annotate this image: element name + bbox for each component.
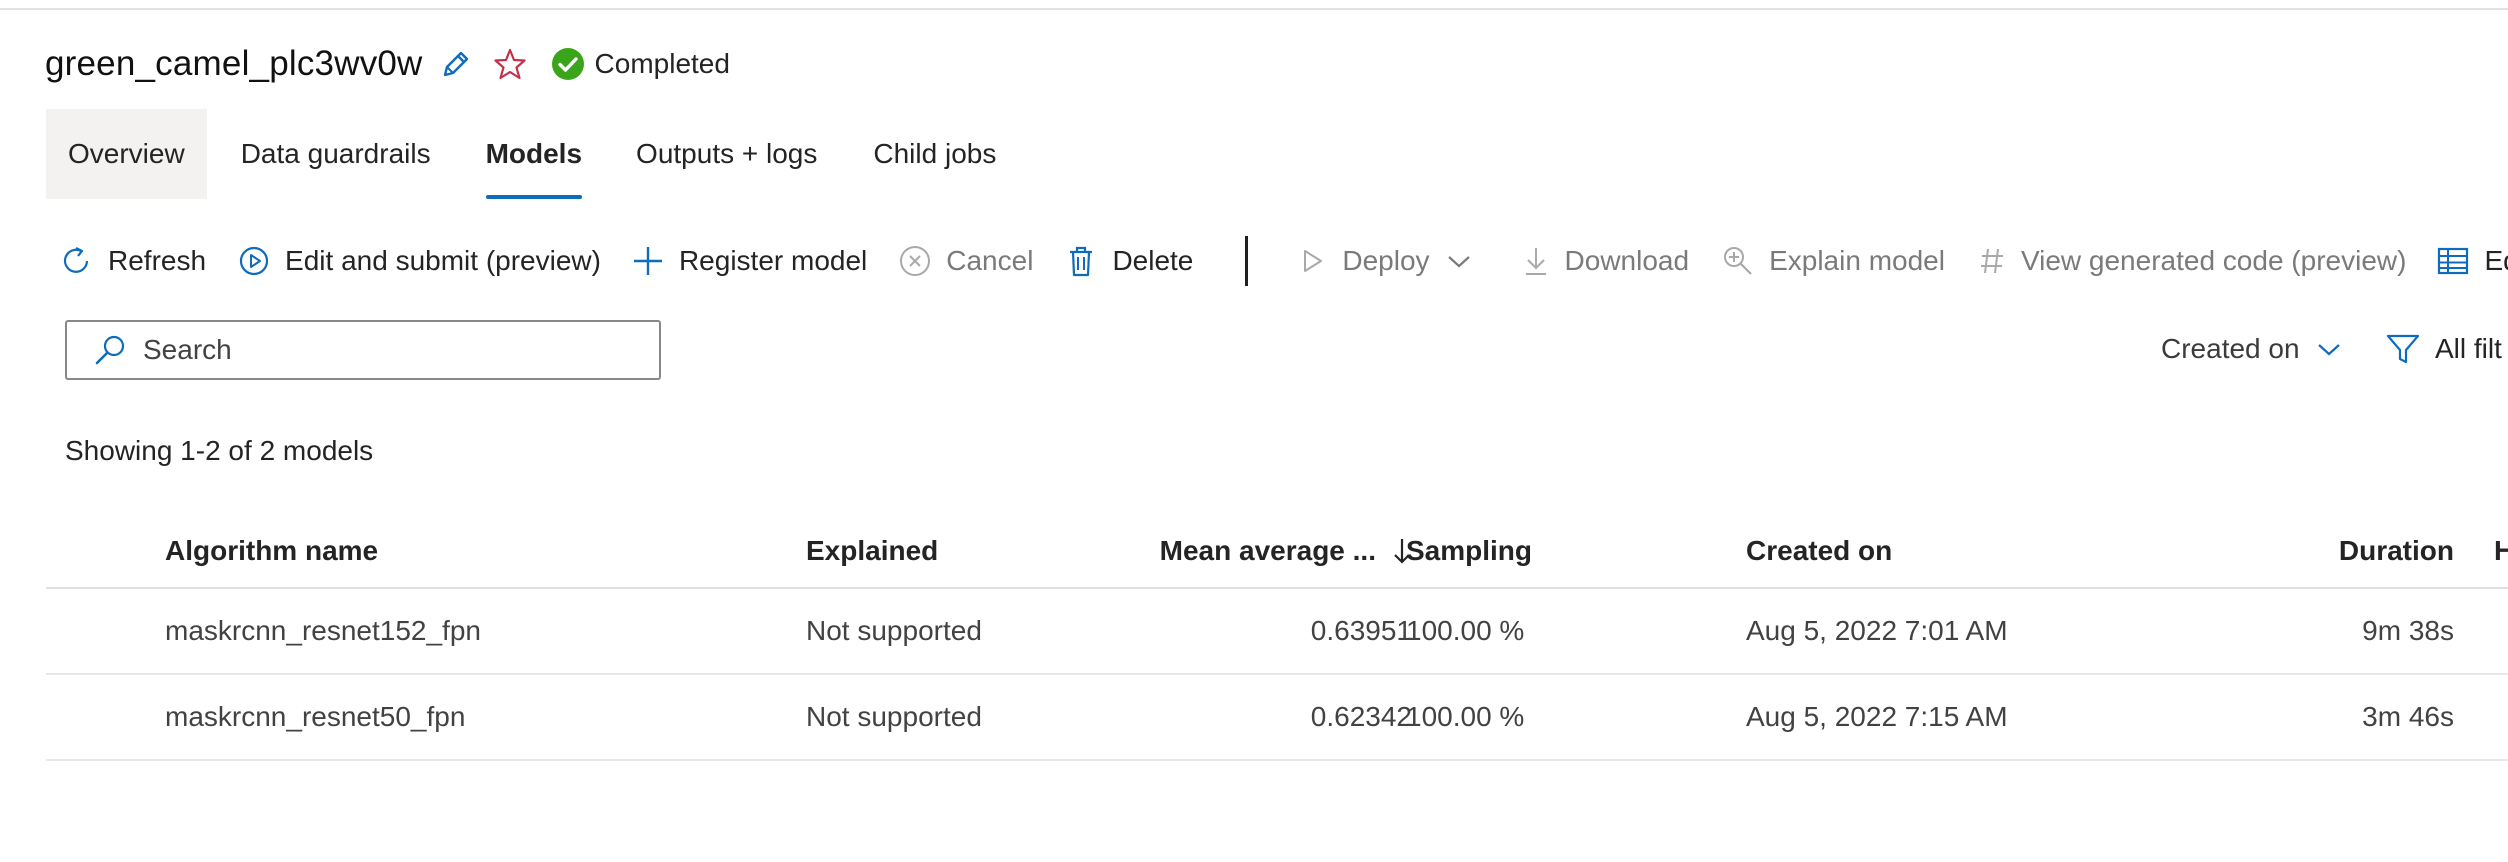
- refresh-label: Refresh: [108, 245, 207, 276]
- chevron-down-icon: [2316, 339, 2342, 359]
- refresh-button[interactable]: Refresh: [60, 244, 206, 278]
- toolbar-divider: [1245, 236, 1249, 286]
- created-on-cell: Aug 5, 2022 7:15 AM: [1746, 701, 2008, 732]
- all-filters-button[interactable]: All filt: [2385, 331, 2502, 367]
- tab-models[interactable]: Models: [485, 109, 583, 199]
- search-icon: [93, 333, 127, 367]
- duration-cell: 9m 38s: [2362, 615, 2454, 646]
- table-row: maskrcnn_resnet50_fpn Not supported 0.62…: [46, 675, 2508, 761]
- cancel-label: Cancel: [946, 245, 1034, 276]
- register-model-button[interactable]: Register model: [631, 244, 867, 278]
- header-mean-average[interactable]: Mean average ...: [906, 515, 1412, 587]
- sampling-cell: 100.00 %: [1406, 701, 1525, 732]
- zoom-in-icon: [1721, 244, 1755, 278]
- chevron-down-icon: [1446, 251, 1472, 271]
- title-row: green_camel_plc3wv0w Completed: [45, 38, 730, 90]
- deploy-play-icon: [1298, 244, 1328, 278]
- mean-average-cell: 0.63951: [1310, 615, 1412, 646]
- table-header-row: Algorithm name Explained Mean average ..…: [46, 515, 2508, 589]
- download-label: Download: [1564, 245, 1690, 276]
- tab-outputs-logs[interactable]: Outputs + logs: [636, 109, 817, 199]
- sampling-cell: 100.00 %: [1406, 615, 1525, 646]
- download-icon: [1521, 244, 1551, 278]
- tab-bar: Overview Data guardrails Models Outputs …: [46, 109, 996, 199]
- duration-cell: 3m 46s: [2362, 701, 2454, 732]
- completed-check-icon: [551, 48, 584, 80]
- header-sampling[interactable]: Sampling: [1406, 515, 1532, 587]
- status-text: Completed: [594, 48, 730, 79]
- all-filters-label: All filt: [2435, 333, 2502, 364]
- page: green_camel_plc3wv0w Completed Overview …: [0, 0, 2508, 862]
- algorithm-link[interactable]: maskrcnn_resnet50_fpn: [165, 675, 465, 759]
- sort-dropdown[interactable]: Created on: [2161, 333, 2342, 365]
- view-generated-code-label: View generated code (preview): [2020, 245, 2407, 276]
- edit-submit-label: Edit and submit (preview): [285, 245, 601, 276]
- results-summary: Showing 1-2 of 2 models: [65, 435, 374, 466]
- tab-overview[interactable]: Overview: [46, 109, 207, 199]
- cancel-button[interactable]: Cancel: [898, 244, 1033, 278]
- mean-average-cell: 0.62342: [1310, 701, 1412, 732]
- explain-model-label: Explain model: [1769, 245, 1945, 276]
- header-created-on[interactable]: Created on: [1746, 515, 1892, 587]
- tab-child-jobs[interactable]: Child jobs: [873, 109, 996, 199]
- trash-icon: [1064, 244, 1098, 278]
- header-algorithm-name[interactable]: Algorithm name: [165, 515, 378, 587]
- header-mean-average-label: Mean average ...: [1159, 535, 1376, 566]
- delete-label: Delete: [1112, 245, 1194, 276]
- view-generated-code-button[interactable]: View generated code (preview): [1977, 244, 2406, 278]
- favorite-star-icon[interactable]: [493, 47, 527, 81]
- register-model-label: Register model: [678, 245, 868, 276]
- search-input[interactable]: [141, 333, 625, 367]
- cancel-circle-icon: [898, 244, 932, 278]
- edit-columns-button[interactable]: Edi: [2436, 244, 2508, 278]
- search-box: [65, 320, 661, 380]
- header-truncated-column[interactable]: H: [2494, 515, 2508, 587]
- hash-icon: [1977, 244, 2007, 278]
- models-table: Algorithm name Explained Mean average ..…: [46, 515, 2508, 761]
- sort-dropdown-label: Created on: [2161, 333, 2300, 364]
- page-title: green_camel_plc3wv0w: [45, 44, 423, 83]
- edit-pencil-icon[interactable]: [439, 47, 473, 81]
- download-button[interactable]: Download: [1521, 244, 1690, 278]
- deploy-label: Deploy: [1342, 245, 1430, 276]
- edit-columns-label: Edi: [2484, 245, 2508, 276]
- algorithm-link[interactable]: maskrcnn_resnet152_fpn: [165, 589, 481, 673]
- table-columns-icon: [2436, 244, 2470, 278]
- filter-icon: [2385, 331, 2421, 367]
- top-divider: [0, 8, 2508, 10]
- created-on-cell: Aug 5, 2022 7:01 AM: [1746, 615, 2008, 646]
- status-badge: Completed: [551, 47, 730, 81]
- header-duration[interactable]: Duration: [2246, 515, 2454, 587]
- explain-model-button[interactable]: Explain model: [1721, 244, 1945, 278]
- refresh-icon: [60, 244, 94, 278]
- deploy-button[interactable]: Deploy: [1298, 244, 1471, 278]
- edit-submit-button[interactable]: Edit and submit (preview): [237, 244, 601, 278]
- play-circle-icon: [237, 244, 271, 278]
- command-toolbar: Refresh Edit and submit (preview) Regist…: [60, 236, 2508, 286]
- tab-data-guardrails[interactable]: Data guardrails: [241, 109, 431, 199]
- plus-icon: [631, 244, 665, 278]
- delete-button[interactable]: Delete: [1064, 244, 1193, 278]
- table-row: maskrcnn_resnet152_fpn Not supported 0.6…: [46, 589, 2508, 675]
